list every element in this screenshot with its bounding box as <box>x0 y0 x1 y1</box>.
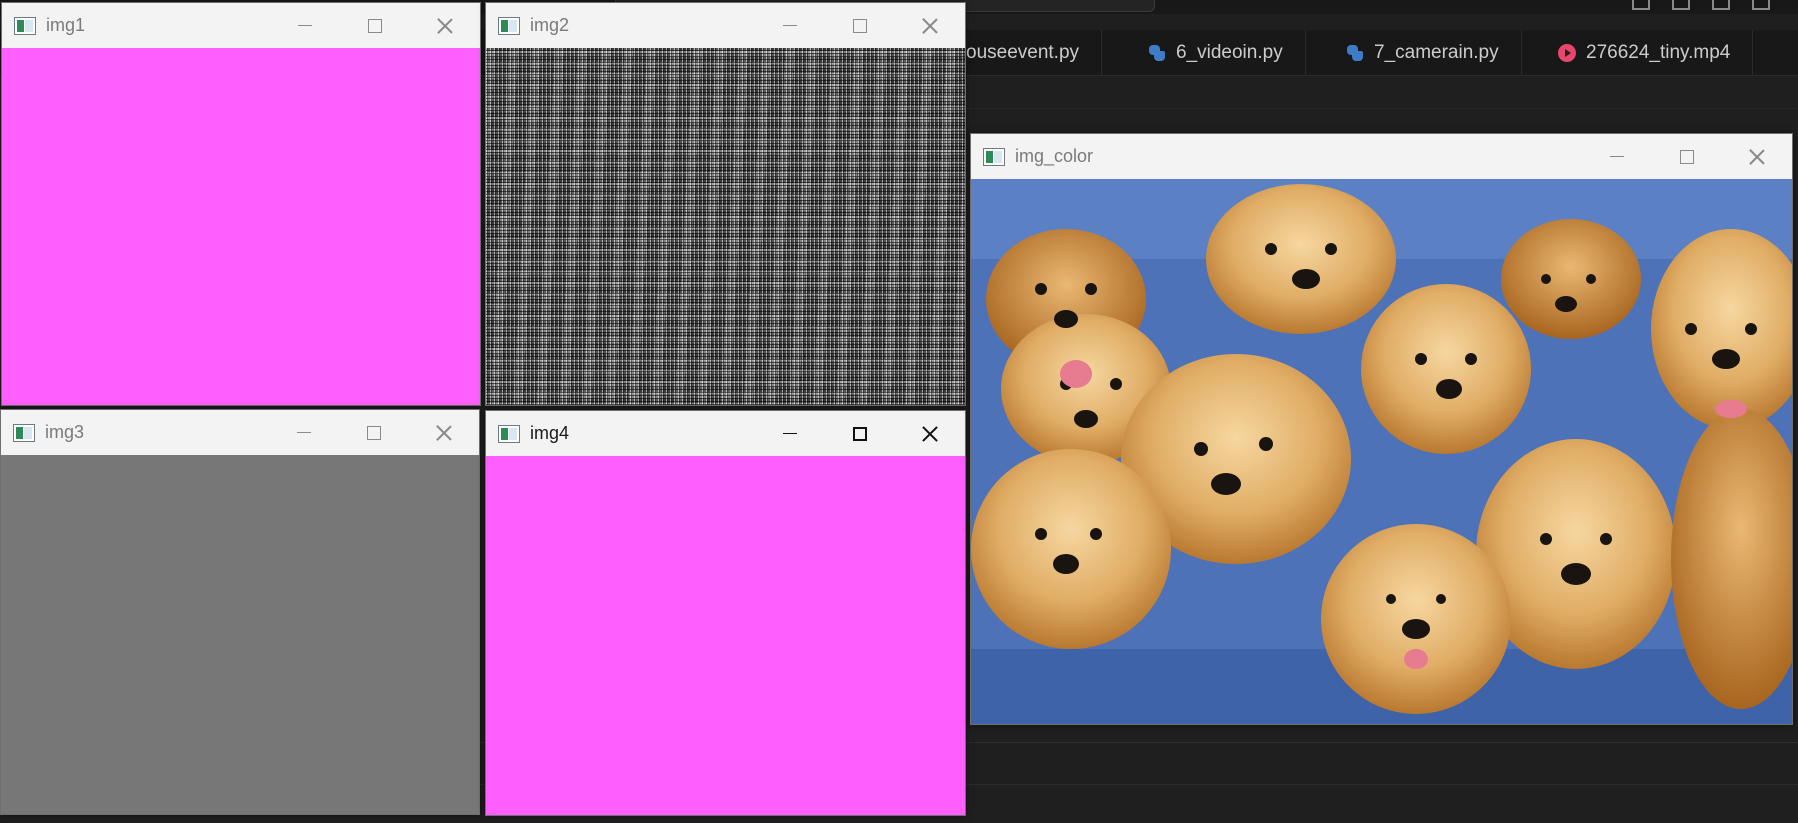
python-file-icon <box>1346 44 1364 62</box>
app-window-icon <box>14 16 36 35</box>
layout-icon[interactable] <box>1752 0 1770 10</box>
window-title: img3 <box>45 422 85 442</box>
maximize-icon <box>853 18 867 33</box>
window-title: img4 <box>530 423 570 443</box>
maximize-icon <box>368 18 382 33</box>
window-titlebar[interactable]: img3 <box>1 410 479 455</box>
app-window-icon <box>498 16 520 35</box>
video-file-icon <box>1558 44 1576 62</box>
app-window-icon <box>13 423 35 442</box>
layout-icon[interactable] <box>1632 0 1650 10</box>
minimize-button[interactable] <box>1582 134 1652 179</box>
window-img1[interactable]: img1 <box>1 2 481 406</box>
window-title: img_color <box>1015 146 1094 166</box>
maximize-icon <box>1680 149 1694 164</box>
app-window-icon <box>498 424 520 443</box>
tab-videoin[interactable]: 6_videoin.py <box>1126 30 1306 76</box>
puppies-photo <box>971 179 1792 724</box>
layout-icons <box>1632 0 1770 12</box>
minimize-button[interactable] <box>755 411 825 456</box>
minimize-icon <box>783 25 797 26</box>
maximize-button[interactable] <box>1652 134 1722 179</box>
close-icon <box>1749 149 1765 165</box>
close-button[interactable] <box>410 3 480 48</box>
window-titlebar[interactable]: img1 <box>2 3 480 48</box>
tab-label: 7_camerain.py <box>1374 42 1499 63</box>
window-img2[interactable]: img2 <box>485 2 966 406</box>
layout-icon[interactable] <box>1672 0 1690 10</box>
minimize-button[interactable] <box>755 3 825 48</box>
minimize-icon <box>298 25 312 26</box>
app-window-icon <box>983 147 1005 166</box>
tab-label: 6_videoin.py <box>1176 42 1283 63</box>
layout-icon[interactable] <box>1712 0 1730 10</box>
close-button[interactable] <box>1722 134 1792 179</box>
window-img4[interactable]: img4 <box>485 410 966 816</box>
minimize-button[interactable] <box>269 410 339 455</box>
maximize-button[interactable] <box>825 411 895 456</box>
image-canvas <box>1 455 479 814</box>
minimize-icon <box>1610 156 1624 157</box>
close-icon <box>922 426 938 442</box>
close-icon <box>437 18 453 34</box>
maximize-button[interactable] <box>340 3 410 48</box>
window-img3[interactable]: img3 <box>0 409 480 815</box>
window-title: img2 <box>530 15 570 35</box>
maximize-icon <box>853 426 867 441</box>
minimize-icon <box>783 433 797 434</box>
close-button[interactable] <box>409 410 479 455</box>
window-titlebar[interactable]: img2 <box>486 3 965 48</box>
image-canvas <box>486 456 965 815</box>
puppies-illustration <box>971 179 1792 724</box>
maximize-button[interactable] <box>339 410 409 455</box>
tab-label: ouseevent.py <box>966 42 1080 63</box>
maximize-icon <box>367 425 381 440</box>
close-icon <box>436 425 452 441</box>
tab-video-file[interactable]: 276624_tiny.mp4 <box>1536 30 1754 76</box>
minimize-icon <box>297 432 311 433</box>
close-icon <box>922 18 938 34</box>
image-canvas <box>2 48 480 405</box>
close-button[interactable] <box>895 3 965 48</box>
tab-label: 276624_tiny.mp4 <box>1586 42 1731 63</box>
window-img-color[interactable]: img_color <box>970 133 1793 725</box>
python-file-icon <box>1148 44 1166 62</box>
noise-image-canvas <box>486 48 965 405</box>
window-titlebar[interactable]: img4 <box>486 411 965 456</box>
close-button[interactable] <box>895 411 965 456</box>
window-title: img1 <box>46 15 86 35</box>
minimize-button[interactable] <box>270 3 340 48</box>
maximize-button[interactable] <box>825 3 895 48</box>
window-titlebar[interactable]: img_color <box>971 134 1792 179</box>
tab-camerain[interactable]: 7_camerain.py <box>1324 30 1522 76</box>
